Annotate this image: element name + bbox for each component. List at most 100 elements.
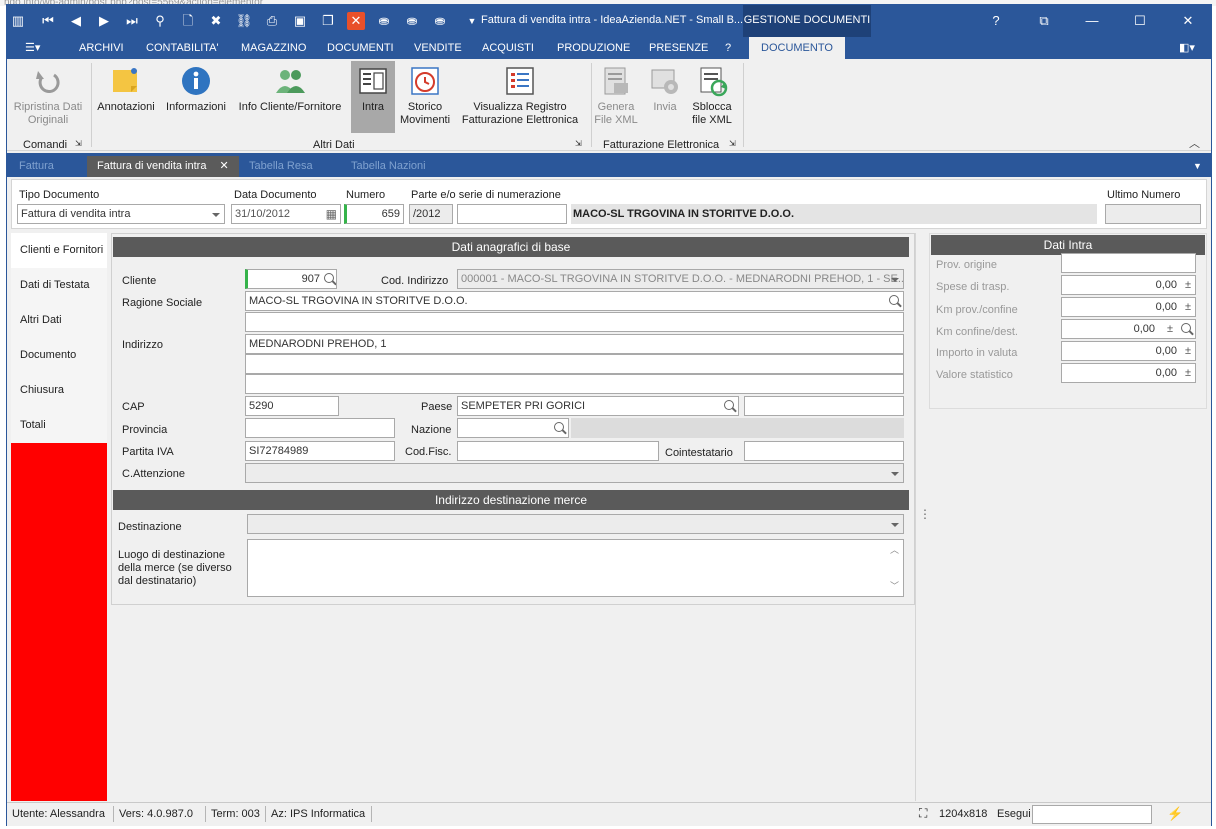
minimize-button[interactable]: — bbox=[1077, 11, 1107, 31]
new-document-icon[interactable]: 🗋 bbox=[179, 12, 197, 30]
luogo-destinazione-textarea[interactable]: ︿ ﹀ bbox=[247, 539, 904, 597]
tabs-dropdown-icon[interactable]: ▼ bbox=[1193, 156, 1202, 177]
nazione-field[interactable] bbox=[457, 418, 569, 438]
comandi-launcher-icon[interactable]: ⇲ bbox=[75, 139, 82, 148]
menu-documenti[interactable]: DOCUMENTI bbox=[327, 37, 394, 59]
tab-tabella-resa[interactable]: Tabella Resa bbox=[249, 156, 313, 177]
serie-field[interactable] bbox=[457, 204, 567, 224]
spin-icon[interactable]: ± bbox=[1185, 364, 1191, 382]
menu-produzione[interactable]: PRODUZIONE bbox=[557, 37, 630, 59]
previous-record-icon[interactable]: ◀ bbox=[67, 12, 85, 30]
destinazione-select[interactable] bbox=[247, 514, 904, 534]
importo-valuta-field[interactable]: 0,00 ± bbox=[1061, 341, 1196, 361]
close-document-icon[interactable]: ✕ bbox=[347, 12, 365, 30]
nav-dati-testata[interactable]: Dati di Testata bbox=[11, 268, 107, 303]
cod-indirizzo-select[interactable]: 000001 - MACO-SL TRGOVINA IN STORITVE D.… bbox=[457, 269, 904, 289]
scroll-down-icon[interactable]: ﹀ bbox=[890, 577, 899, 595]
binoculars-filter-icon[interactable]: ⛂ bbox=[403, 12, 421, 30]
scroll-up-icon[interactable]: ︿ bbox=[890, 541, 899, 559]
save-icon[interactable]: ▣ bbox=[291, 12, 309, 30]
binoculars-icon[interactable]: ⛂ bbox=[375, 12, 393, 30]
spin-icon[interactable]: ± bbox=[1167, 320, 1173, 338]
app-menu-icon[interactable]: ☰▾ bbox=[25, 37, 40, 59]
copy-icon[interactable]: ❐ bbox=[319, 12, 337, 30]
nav-chiusura[interactable]: Chiusura bbox=[11, 373, 107, 408]
close-window-button[interactable]: ✕ bbox=[1173, 11, 1203, 31]
spin-icon[interactable]: ± bbox=[1185, 342, 1191, 360]
first-record-icon[interactable]: ⏮ bbox=[39, 12, 57, 30]
menu-presenze[interactable]: PRESENZE bbox=[649, 37, 708, 59]
indirizzo-field[interactable]: MEDNARODNI PREHOD, 1 bbox=[245, 334, 904, 354]
km-confine-field[interactable]: 0,00 ± bbox=[1061, 319, 1196, 339]
tab-fattura[interactable]: Fattura bbox=[19, 156, 54, 177]
search-icon[interactable] bbox=[324, 273, 334, 283]
menu-help[interactable]: ? bbox=[725, 37, 731, 59]
numero-field[interactable]: 659 bbox=[344, 204, 404, 224]
paese-field[interactable]: SEMPETER PRI GORICI bbox=[457, 396, 739, 416]
splitter-handle-icon[interactable]: ⋮ bbox=[919, 507, 931, 521]
cointestatario-field[interactable] bbox=[744, 441, 904, 461]
lightning-icon[interactable]: ⚡ bbox=[1167, 806, 1183, 822]
nav-clienti-fornitori[interactable]: Clienti e Fornitori bbox=[11, 233, 107, 268]
tab-tabella-nazioni[interactable]: Tabella Nazioni bbox=[351, 156, 426, 177]
ripristina-button[interactable]: Ripristina Dati Originali bbox=[13, 65, 83, 127]
menu-contabilita[interactable]: CONTABILITA' bbox=[146, 37, 219, 59]
visualizza-registro-button[interactable]: Visualizza Registro Fatturazione Elettro… bbox=[459, 65, 581, 127]
esegui-input[interactable] bbox=[1032, 805, 1152, 824]
next-record-icon[interactable]: ▶ bbox=[95, 12, 113, 30]
help-icon[interactable]: ? bbox=[981, 11, 1011, 31]
restore-ribbon-icon[interactable]: ⧉ bbox=[1029, 11, 1059, 31]
indirizzo-line2-field[interactable] bbox=[245, 354, 904, 374]
sblocca-xml-button[interactable]: Sblocca file XML bbox=[689, 65, 735, 127]
invia-button[interactable]: Invia bbox=[645, 65, 685, 114]
informazioni-button[interactable]: Informazioni bbox=[163, 65, 229, 114]
collapse-ribbon-icon[interactable]: ︿ bbox=[1189, 135, 1200, 151]
print-icon[interactable]: ⎙ bbox=[263, 12, 281, 30]
data-documento-field[interactable]: 31/10/2012 ▦ bbox=[231, 204, 341, 224]
c-attenzione-select[interactable] bbox=[245, 463, 904, 483]
binoculars-clear-icon[interactable]: ⛂ bbox=[431, 12, 449, 30]
search-icon[interactable]: ⚲ bbox=[151, 12, 169, 30]
nav-altri-dati[interactable]: Altri Dati bbox=[11, 303, 107, 338]
cliente-field[interactable]: 907 bbox=[245, 269, 337, 289]
maximize-button[interactable]: ☐ bbox=[1125, 11, 1155, 31]
nav-totali[interactable]: Totali bbox=[11, 408, 107, 443]
quick-access-dropdown-icon[interactable]: ▼ bbox=[463, 12, 481, 30]
link-icon[interactable]: ⛓ bbox=[235, 12, 253, 30]
prov-origine-field[interactable] bbox=[1061, 253, 1196, 273]
info-cliente-button[interactable]: Info Cliente/Fornitore bbox=[235, 65, 345, 114]
menu-vendite[interactable]: VENDITE bbox=[414, 37, 462, 59]
cod-fisc-field[interactable] bbox=[457, 441, 659, 461]
mdi-options-icon[interactable]: ◧▾ bbox=[1179, 37, 1195, 59]
menu-documento[interactable]: DOCUMENTO bbox=[749, 37, 845, 59]
valore-statistico-field[interactable]: 0,00 ± bbox=[1061, 363, 1196, 383]
spese-trasp-field[interactable]: 0,00 ± bbox=[1061, 275, 1196, 295]
menu-magazzino[interactable]: MAGAZZINO bbox=[241, 37, 306, 59]
fe-launcher-icon[interactable]: ⇲ bbox=[729, 139, 736, 148]
provincia-field[interactable] bbox=[245, 418, 395, 438]
spin-icon[interactable]: ± bbox=[1185, 298, 1191, 316]
ragione-sociale-field[interactable]: MACO-SL TRGOVINA IN STORITVE D.O.O. bbox=[245, 291, 904, 311]
menu-archivi[interactable]: ARCHIVI bbox=[79, 37, 124, 59]
tipo-documento-select[interactable]: Fattura di vendita intra bbox=[17, 204, 225, 224]
cap-field[interactable]: 5290 bbox=[245, 396, 339, 416]
paese-extra-field[interactable] bbox=[744, 396, 904, 416]
genera-xml-button[interactable]: Genera File XML bbox=[593, 65, 639, 127]
calendar-icon[interactable]: ▦ bbox=[326, 205, 337, 223]
menu-acquisti[interactable]: ACQUISTI bbox=[482, 37, 534, 59]
km-prov-field[interactable]: 0,00 ± bbox=[1061, 297, 1196, 317]
partita-iva-field[interactable]: SI72784989 bbox=[245, 441, 395, 461]
ragione-sociale-line2-field[interactable] bbox=[245, 312, 904, 332]
close-tab-icon[interactable]: ✕ bbox=[220, 160, 229, 172]
altri-dati-launcher-icon[interactable]: ⇲ bbox=[575, 139, 582, 148]
search-icon[interactable] bbox=[1181, 323, 1191, 333]
indirizzo-line3-field[interactable] bbox=[245, 374, 904, 394]
nav-documento[interactable]: Documento bbox=[11, 338, 107, 373]
tab-fattura-vendita-intra[interactable]: Fattura di vendita intra ✕ bbox=[87, 156, 239, 177]
last-record-icon[interactable]: ⏭ bbox=[123, 12, 141, 30]
search-icon[interactable] bbox=[554, 422, 564, 432]
spin-icon[interactable]: ± bbox=[1185, 276, 1191, 294]
search-icon[interactable] bbox=[724, 400, 734, 410]
delete-icon[interactable]: ✖ bbox=[207, 12, 225, 30]
intra-button[interactable]: Intra bbox=[351, 61, 395, 133]
